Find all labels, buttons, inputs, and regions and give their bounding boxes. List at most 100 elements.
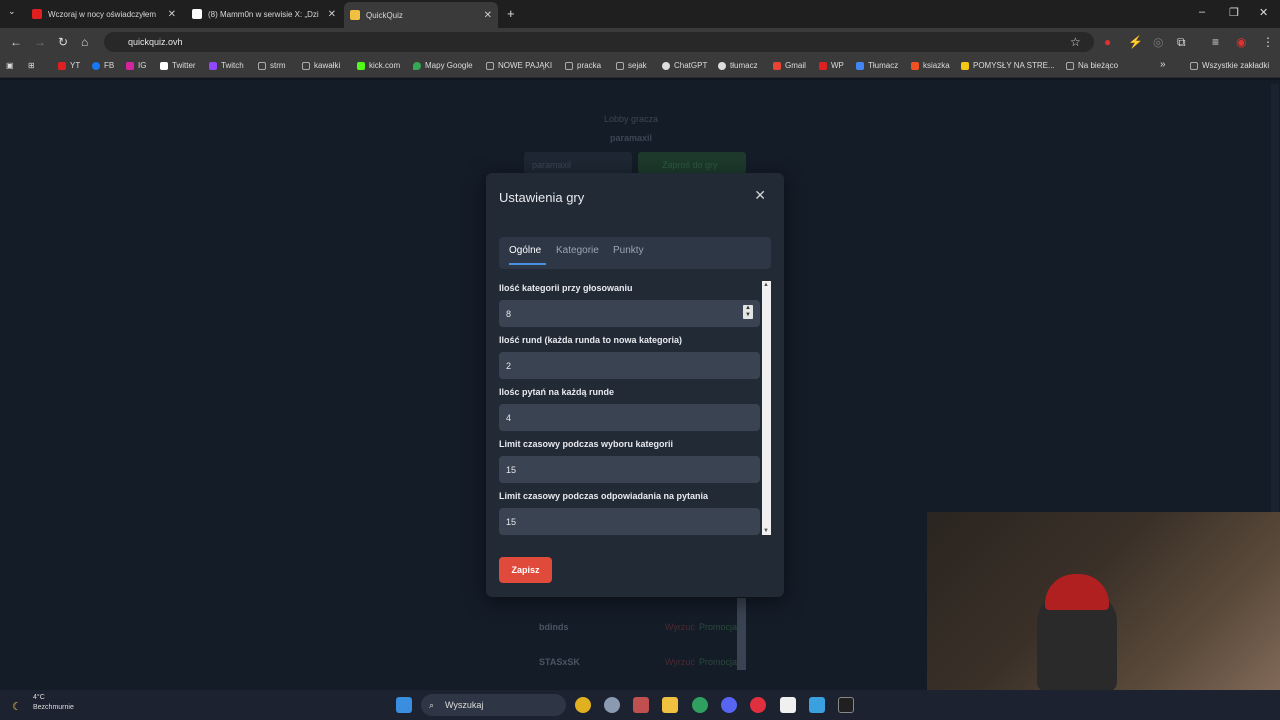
bookmark-strm[interactable]: strm xyxy=(258,61,286,70)
reload-icon[interactable]: ↻ xyxy=(58,35,68,49)
opera-icon[interactable] xyxy=(750,697,766,713)
apps-grid-icon[interactable]: ⊞ xyxy=(28,61,35,70)
bookmark-star-icon[interactable]: ☆ xyxy=(1070,35,1081,49)
discord-icon[interactable] xyxy=(721,697,737,713)
bookmark-nowe-pajaki[interactable]: NOWE PAJĄKI xyxy=(486,61,552,70)
minimize-icon[interactable]: – xyxy=(1199,6,1205,18)
shield-icon[interactable] xyxy=(692,697,708,713)
promote-button[interactable]: Promocja xyxy=(699,657,737,667)
bookmark-wp[interactable]: WP xyxy=(819,61,844,70)
sidebar-toggle-icon[interactable]: ▣ xyxy=(6,61,14,70)
bookmark-google-translate[interactable]: Tłumacz xyxy=(856,61,898,70)
bookmark-pracka[interactable]: pracka xyxy=(565,61,601,70)
field-label-category-time-limit: Limit czasowy podczas wyboru kategorii xyxy=(499,439,674,449)
settings-form: Ilość kategorii przy głosowaniu ▲▼ Ilość… xyxy=(499,280,771,535)
bookmark-tlumacz[interactable]: tłumacz xyxy=(718,61,758,70)
taskbar-search[interactable]: ⌕ Wyszukaj xyxy=(421,694,566,716)
bookmark-label: Twitter xyxy=(172,61,196,70)
forward-icon[interactable]: → xyxy=(34,35,46,49)
kick-button[interactable]: Wyrzuć xyxy=(665,622,695,632)
menu-kebab-icon[interactable]: ⋮ xyxy=(1262,35,1274,49)
close-tab-icon[interactable]: ✕ xyxy=(484,10,492,21)
wp-icon xyxy=(819,61,827,70)
invite-button[interactable]: Zaproś do gry xyxy=(638,152,746,174)
scroll-down-icon[interactable]: ▼ xyxy=(763,528,769,534)
more-bookmarks-chevron-icon[interactable]: » xyxy=(1160,59,1166,70)
number-stepper-icon[interactable]: ▲ ▼ xyxy=(743,305,753,319)
bookmark-gmail[interactable]: Gmail xyxy=(773,61,806,70)
bookmark-label: ksiazka xyxy=(923,61,950,70)
extension-2-icon[interactable]: ◎ xyxy=(1153,35,1163,49)
kick-icon xyxy=(357,61,365,70)
app-icon[interactable] xyxy=(809,697,825,713)
bookmark-label: FB xyxy=(104,61,115,70)
bookmark-sejak[interactable]: sejak xyxy=(616,61,647,70)
home-icon[interactable]: ⌂ xyxy=(81,35,88,49)
browser-tab-3[interactable]: QuickQuiz ✕ xyxy=(344,2,498,28)
extension-icon[interactable]: ⚡ xyxy=(1128,35,1143,49)
url-input[interactable]: quickquiz.ovh xyxy=(104,32,1094,52)
bookmark-kick[interactable]: kick.com xyxy=(357,61,400,70)
bookmark-label: Wszystkie zakładki xyxy=(1202,61,1270,70)
tab-list-chevron-icon[interactable]: ⌄ xyxy=(8,6,16,17)
form-scrollbar[interactable]: ▲ ▼ xyxy=(762,281,771,535)
google-translate-icon xyxy=(856,61,864,70)
microsoft-icon xyxy=(961,61,969,70)
reading-list-icon[interactable]: ≡ xyxy=(1212,35,1219,49)
browser-tab-2[interactable]: (8) Mamm0n w serwisie X: „Dzi ✕ xyxy=(186,3,342,25)
close-window-icon[interactable]: ✕ xyxy=(1259,6,1268,19)
restore-icon[interactable]: ❐ xyxy=(1229,6,1239,19)
bookmark-na-biezaco[interactable]: Na bieżąco xyxy=(1066,61,1118,70)
profile-icon[interactable]: ◉ xyxy=(1236,35,1246,49)
category-time-limit-input[interactable] xyxy=(499,456,760,483)
bookmark-fb[interactable]: FB xyxy=(92,61,114,70)
bookmark-kawalki[interactable]: kawałki xyxy=(302,61,340,70)
windows-start-icon[interactable] xyxy=(396,697,412,713)
bookmark-pomysly[interactable]: POMYSŁY NA STRE... xyxy=(961,61,1055,70)
rounds-input[interactable] xyxy=(499,352,760,379)
tab-kategorie[interactable]: Kategorie xyxy=(556,245,599,256)
record-icon[interactable]: ● xyxy=(1104,35,1111,49)
bookmark-label: Gmail xyxy=(785,61,806,70)
tab-punkty[interactable]: Punkty xyxy=(613,245,644,256)
url-text: quickquiz.ovh xyxy=(128,37,183,47)
new-tab-icon[interactable]: + xyxy=(507,6,515,21)
back-icon[interactable]: ← xyxy=(10,35,22,49)
extensions-puzzle-icon[interactable]: ⧉ xyxy=(1177,35,1186,50)
browser-tab-1[interactable]: Wczoraj w nocy oświadczyłem ✕ xyxy=(26,3,182,25)
capcut-icon[interactable] xyxy=(780,697,796,713)
save-button[interactable]: Zapisz xyxy=(499,557,552,583)
answer-time-limit-input[interactable] xyxy=(499,508,760,535)
close-tab-icon[interactable]: ✕ xyxy=(168,9,176,20)
background-scrollbar[interactable] xyxy=(737,598,746,670)
scroll-up-icon[interactable]: ▲ xyxy=(763,282,769,288)
streamer-cap-image xyxy=(1045,574,1109,610)
bookmark-ksiazka[interactable]: ksiazka xyxy=(911,61,950,70)
bookmark-twitter[interactable]: Twitter xyxy=(160,61,196,70)
settings-gear-icon[interactable] xyxy=(604,697,620,713)
settings-tabs: Ogólne Kategorie Punkty xyxy=(499,237,771,269)
bookmark-yt[interactable]: YT xyxy=(58,61,80,70)
promote-button[interactable]: Promocja xyxy=(699,622,737,632)
folder-icon xyxy=(565,61,573,70)
app-icon[interactable] xyxy=(838,697,854,713)
kick-button[interactable]: Wyrzuć xyxy=(665,657,695,667)
app-icon[interactable] xyxy=(633,697,649,713)
questions-per-round-input[interactable] xyxy=(499,404,760,431)
bookmark-label: kawałki xyxy=(314,61,341,70)
categories-vote-input[interactable] xyxy=(499,300,760,327)
player-input[interactable]: paramaxil xyxy=(524,152,632,174)
close-icon[interactable]: ✕ xyxy=(754,187,766,204)
tab-ogolne[interactable]: Ogólne xyxy=(509,245,541,256)
close-tab-icon[interactable]: ✕ xyxy=(328,9,336,20)
field-label-questions-per-round: Ilośc pytań na każdą runde xyxy=(499,387,615,397)
folder-icon xyxy=(616,61,624,70)
bookmark-maps[interactable]: Mapy Google xyxy=(413,61,473,70)
bookmark-chatgpt[interactable]: ChatGPT xyxy=(662,61,707,70)
twitch-icon xyxy=(209,61,217,70)
bookmark-ig[interactable]: IG xyxy=(126,61,146,70)
chrome-icon[interactable] xyxy=(575,697,591,713)
bookmark-twitch[interactable]: Twitch xyxy=(209,61,244,70)
file-explorer-icon[interactable] xyxy=(662,697,678,713)
all-bookmarks[interactable]: Wszystkie zakładki xyxy=(1190,61,1269,70)
